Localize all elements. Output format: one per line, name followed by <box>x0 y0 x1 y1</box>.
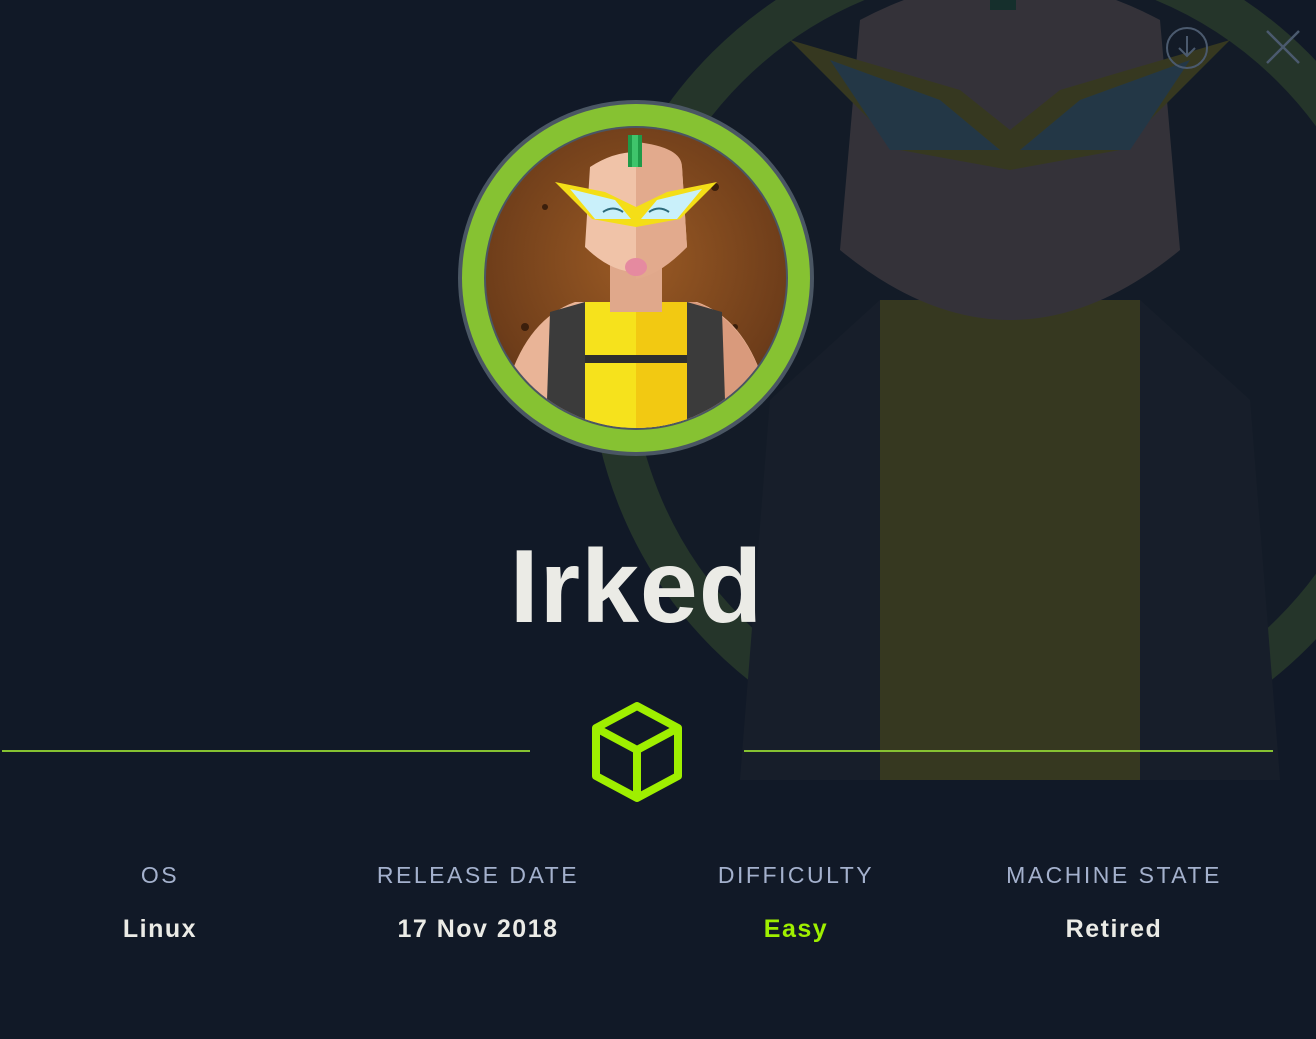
stat-release-date: RELEASE DATE 17 Nov 2018 <box>318 862 638 944</box>
difficulty-label: DIFFICULTY <box>717 862 875 888</box>
cube-icon <box>592 702 682 802</box>
stat-difficulty: DIFFICULTY Easy <box>636 862 956 944</box>
os-value: Linux <box>122 915 198 943</box>
stat-os: OS Linux <box>0 862 320 944</box>
download-button[interactable] <box>1164 25 1210 71</box>
download-icon <box>1166 27 1208 69</box>
machine-avatar <box>458 100 814 456</box>
divider-left <box>2 750 530 752</box>
machine-state-value: Retired <box>1065 915 1163 943</box>
machine-profile-page: Irked OS Linux RELEASE DATE 17 Nov 2018 … <box>0 0 1316 1039</box>
release-date-label: RELEASE DATE <box>376 862 580 888</box>
close-button[interactable] <box>1262 26 1304 68</box>
machine-name: Irked <box>509 529 764 645</box>
close-icon <box>1266 30 1300 64</box>
machine-state-label: MACHINE STATE <box>1006 862 1222 888</box>
stat-machine-state: MACHINE STATE Retired <box>954 862 1274 944</box>
os-label: OS <box>140 862 180 888</box>
divider-right <box>744 750 1273 752</box>
difficulty-value: Easy <box>763 915 829 943</box>
release-date-value: 17 Nov 2018 <box>397 915 559 943</box>
